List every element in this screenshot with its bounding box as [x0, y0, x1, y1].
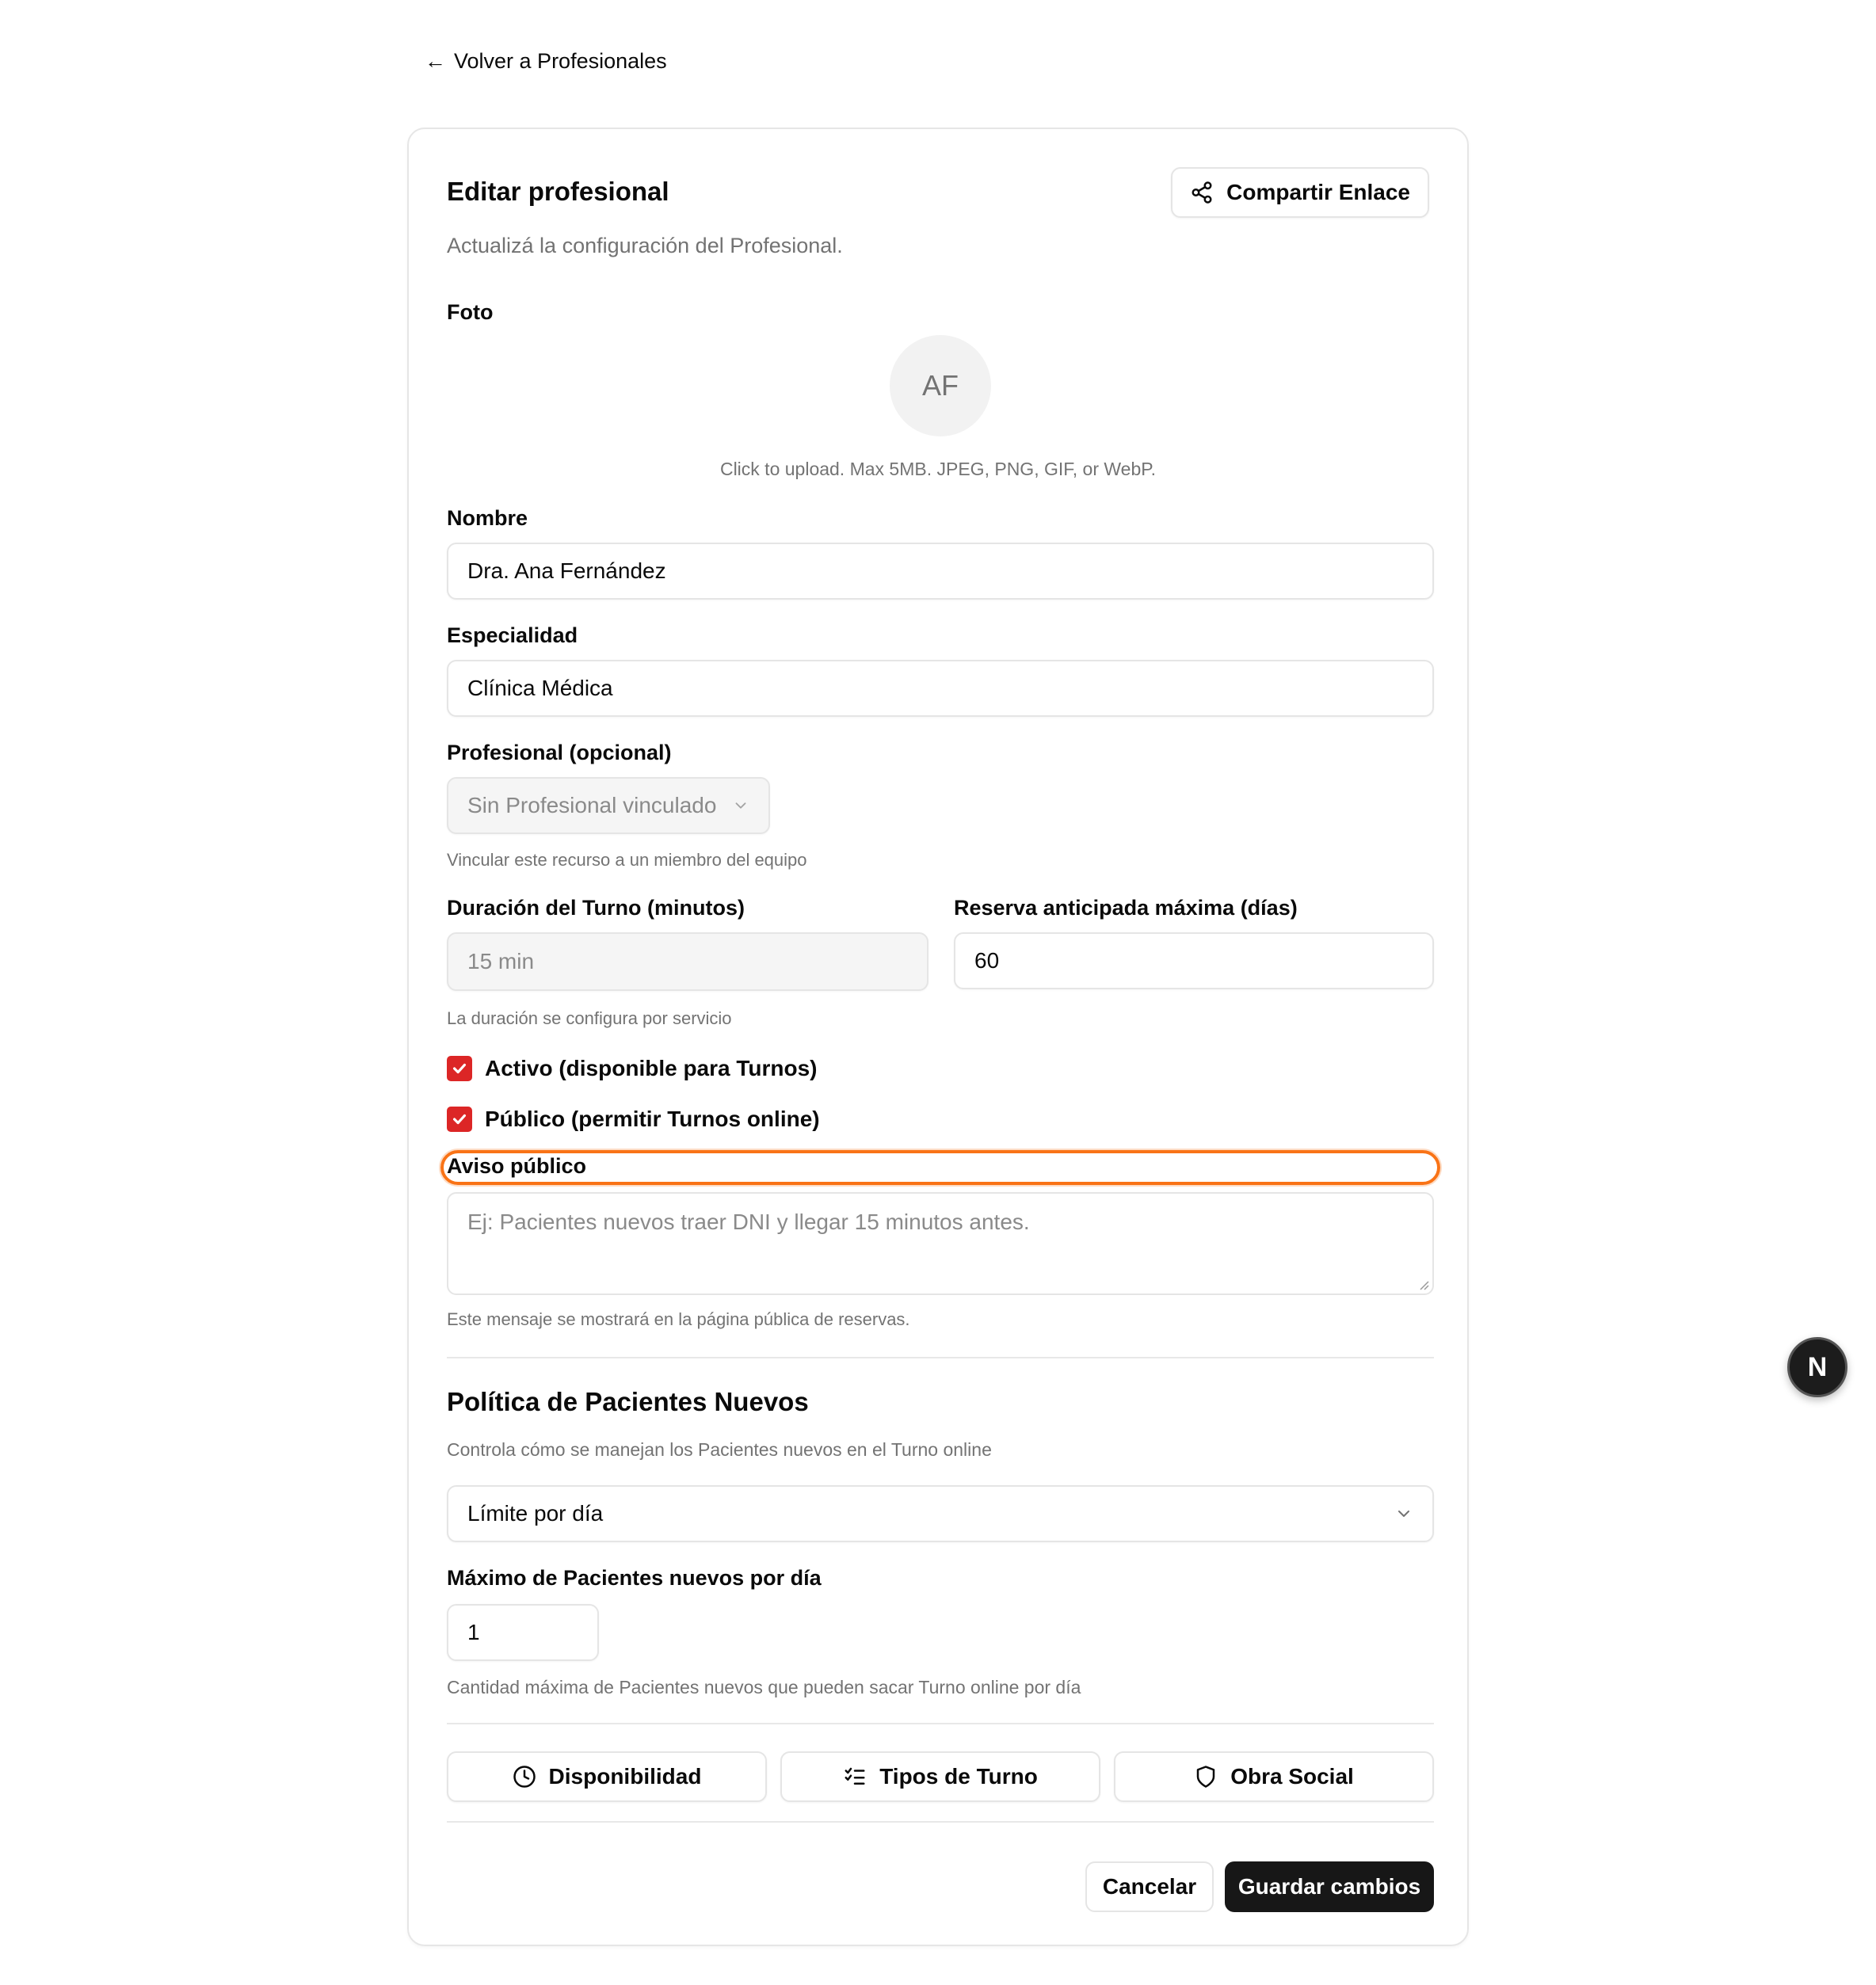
politica-title: Política de Pacientes Nuevos [447, 1387, 809, 1416]
aviso-label: Aviso público [447, 1154, 587, 1178]
especialidad-label: Especialidad [447, 623, 578, 647]
arrow-left-icon: ← [425, 49, 446, 73]
max-pacientes-value: 1 [467, 1620, 480, 1644]
tipos-turno-label: Tipos de Turno [879, 1764, 1038, 1789]
disponibilidad-label: Disponibilidad [548, 1764, 702, 1789]
next-logo-icon: N [1807, 1351, 1828, 1382]
tipos-turno-button[interactable]: Tipos de Turno [780, 1751, 1100, 1802]
max-pacientes-label: Máximo de Pacientes nuevos por día [447, 1566, 822, 1590]
save-button[interactable]: Guardar cambios [1225, 1861, 1434, 1912]
reserva-input[interactable]: 60 [954, 932, 1434, 989]
divider [447, 1723, 1434, 1724]
photo-label: Foto [447, 300, 494, 324]
avatar-upload[interactable]: AF [890, 335, 991, 436]
page-subtitle: Actualizá la configuración del Profesion… [447, 234, 843, 257]
check-icon [452, 1114, 467, 1125]
nombre-input[interactable]: Dra. Ana Fernández [447, 543, 1434, 600]
reserva-label: Reserva anticipada máxima (días) [954, 896, 1298, 920]
shield-icon [1194, 1765, 1218, 1789]
publico-checkbox-row[interactable]: Público (permitir Turnos online) [447, 1107, 820, 1132]
politica-selected: Límite por día [467, 1501, 604, 1526]
duracion-input[interactable]: 15 min [447, 932, 928, 991]
page-title: Editar profesional [447, 177, 669, 206]
disponibilidad-button[interactable]: Disponibilidad [447, 1751, 767, 1802]
divider [447, 1357, 1434, 1358]
profesional-label: Profesional (opcional) [447, 741, 672, 764]
upload-hint: Click to upload. Max 5MB. JPEG, PNG, GIF… [719, 459, 1157, 479]
obra-social-label: Obra Social [1230, 1764, 1354, 1789]
divider [447, 1821, 1434, 1823]
politica-subtitle: Controla cómo se manejan los Pacientes n… [447, 1439, 992, 1460]
publico-checkbox[interactable] [447, 1107, 472, 1132]
max-pacientes-hint: Cantidad máxima de Pacientes nuevos que … [447, 1677, 1081, 1697]
activo-label: Activo (disponible para Turnos) [485, 1056, 818, 1080]
share-link-button[interactable]: Compartir Enlace [1171, 167, 1429, 218]
activo-checkbox-row[interactable]: Activo (disponible para Turnos) [447, 1056, 818, 1081]
profesional-hint: Vincular este recurso a un miembro del e… [447, 850, 807, 870]
profesional-selected: Sin Profesional vinculado [467, 793, 717, 817]
back-link-label: Volver a Profesionales [454, 49, 667, 73]
max-pacientes-input[interactable]: 1 [447, 1604, 599, 1661]
aviso-textarea[interactable]: Ej: Pacientes nuevos traer DNI y llegar … [447, 1192, 1434, 1295]
resize-handle-icon[interactable] [1417, 1278, 1429, 1290]
chevron-down-icon [732, 797, 749, 814]
duracion-label: Duración del Turno (minutos) [447, 896, 745, 920]
focus-ring [440, 1150, 1440, 1185]
activo-checkbox[interactable] [447, 1056, 472, 1081]
politica-select[interactable]: Límite por día [447, 1485, 1434, 1542]
aviso-placeholder: Ej: Pacientes nuevos traer DNI y llegar … [467, 1210, 1030, 1234]
aviso-hint: Este mensaje se mostrará en la página pú… [447, 1309, 910, 1329]
nextjs-dev-badge[interactable]: N [1787, 1337, 1847, 1397]
clock-icon [513, 1765, 536, 1789]
duracion-value: 15 min [467, 949, 535, 973]
list-checks-icon [843, 1765, 867, 1789]
obra-social-button[interactable]: Obra Social [1114, 1751, 1434, 1802]
share-icon [1190, 181, 1214, 204]
profesional-select[interactable]: Sin Profesional vinculado [447, 777, 770, 834]
publico-label: Público (permitir Turnos online) [485, 1107, 820, 1131]
back-link[interactable]: ← Volver a Profesionales [425, 49, 667, 74]
cancel-button[interactable]: Cancelar [1085, 1861, 1214, 1912]
especialidad-input[interactable]: Clínica Médica [447, 660, 1434, 717]
check-icon [452, 1063, 467, 1074]
especialidad-value: Clínica Médica [467, 676, 613, 700]
nombre-label: Nombre [447, 506, 528, 530]
chevron-down-icon [1394, 1504, 1413, 1523]
reserva-value: 60 [974, 948, 1000, 973]
share-link-label: Compartir Enlace [1226, 180, 1410, 204]
nombre-value: Dra. Ana Fernández [467, 558, 666, 583]
edit-professional-card: Editar profesional Actualizá la configur… [407, 128, 1469, 1946]
duracion-hint: La duración se configura por servicio [447, 1008, 732, 1028]
avatar-initials: AF [921, 369, 959, 402]
